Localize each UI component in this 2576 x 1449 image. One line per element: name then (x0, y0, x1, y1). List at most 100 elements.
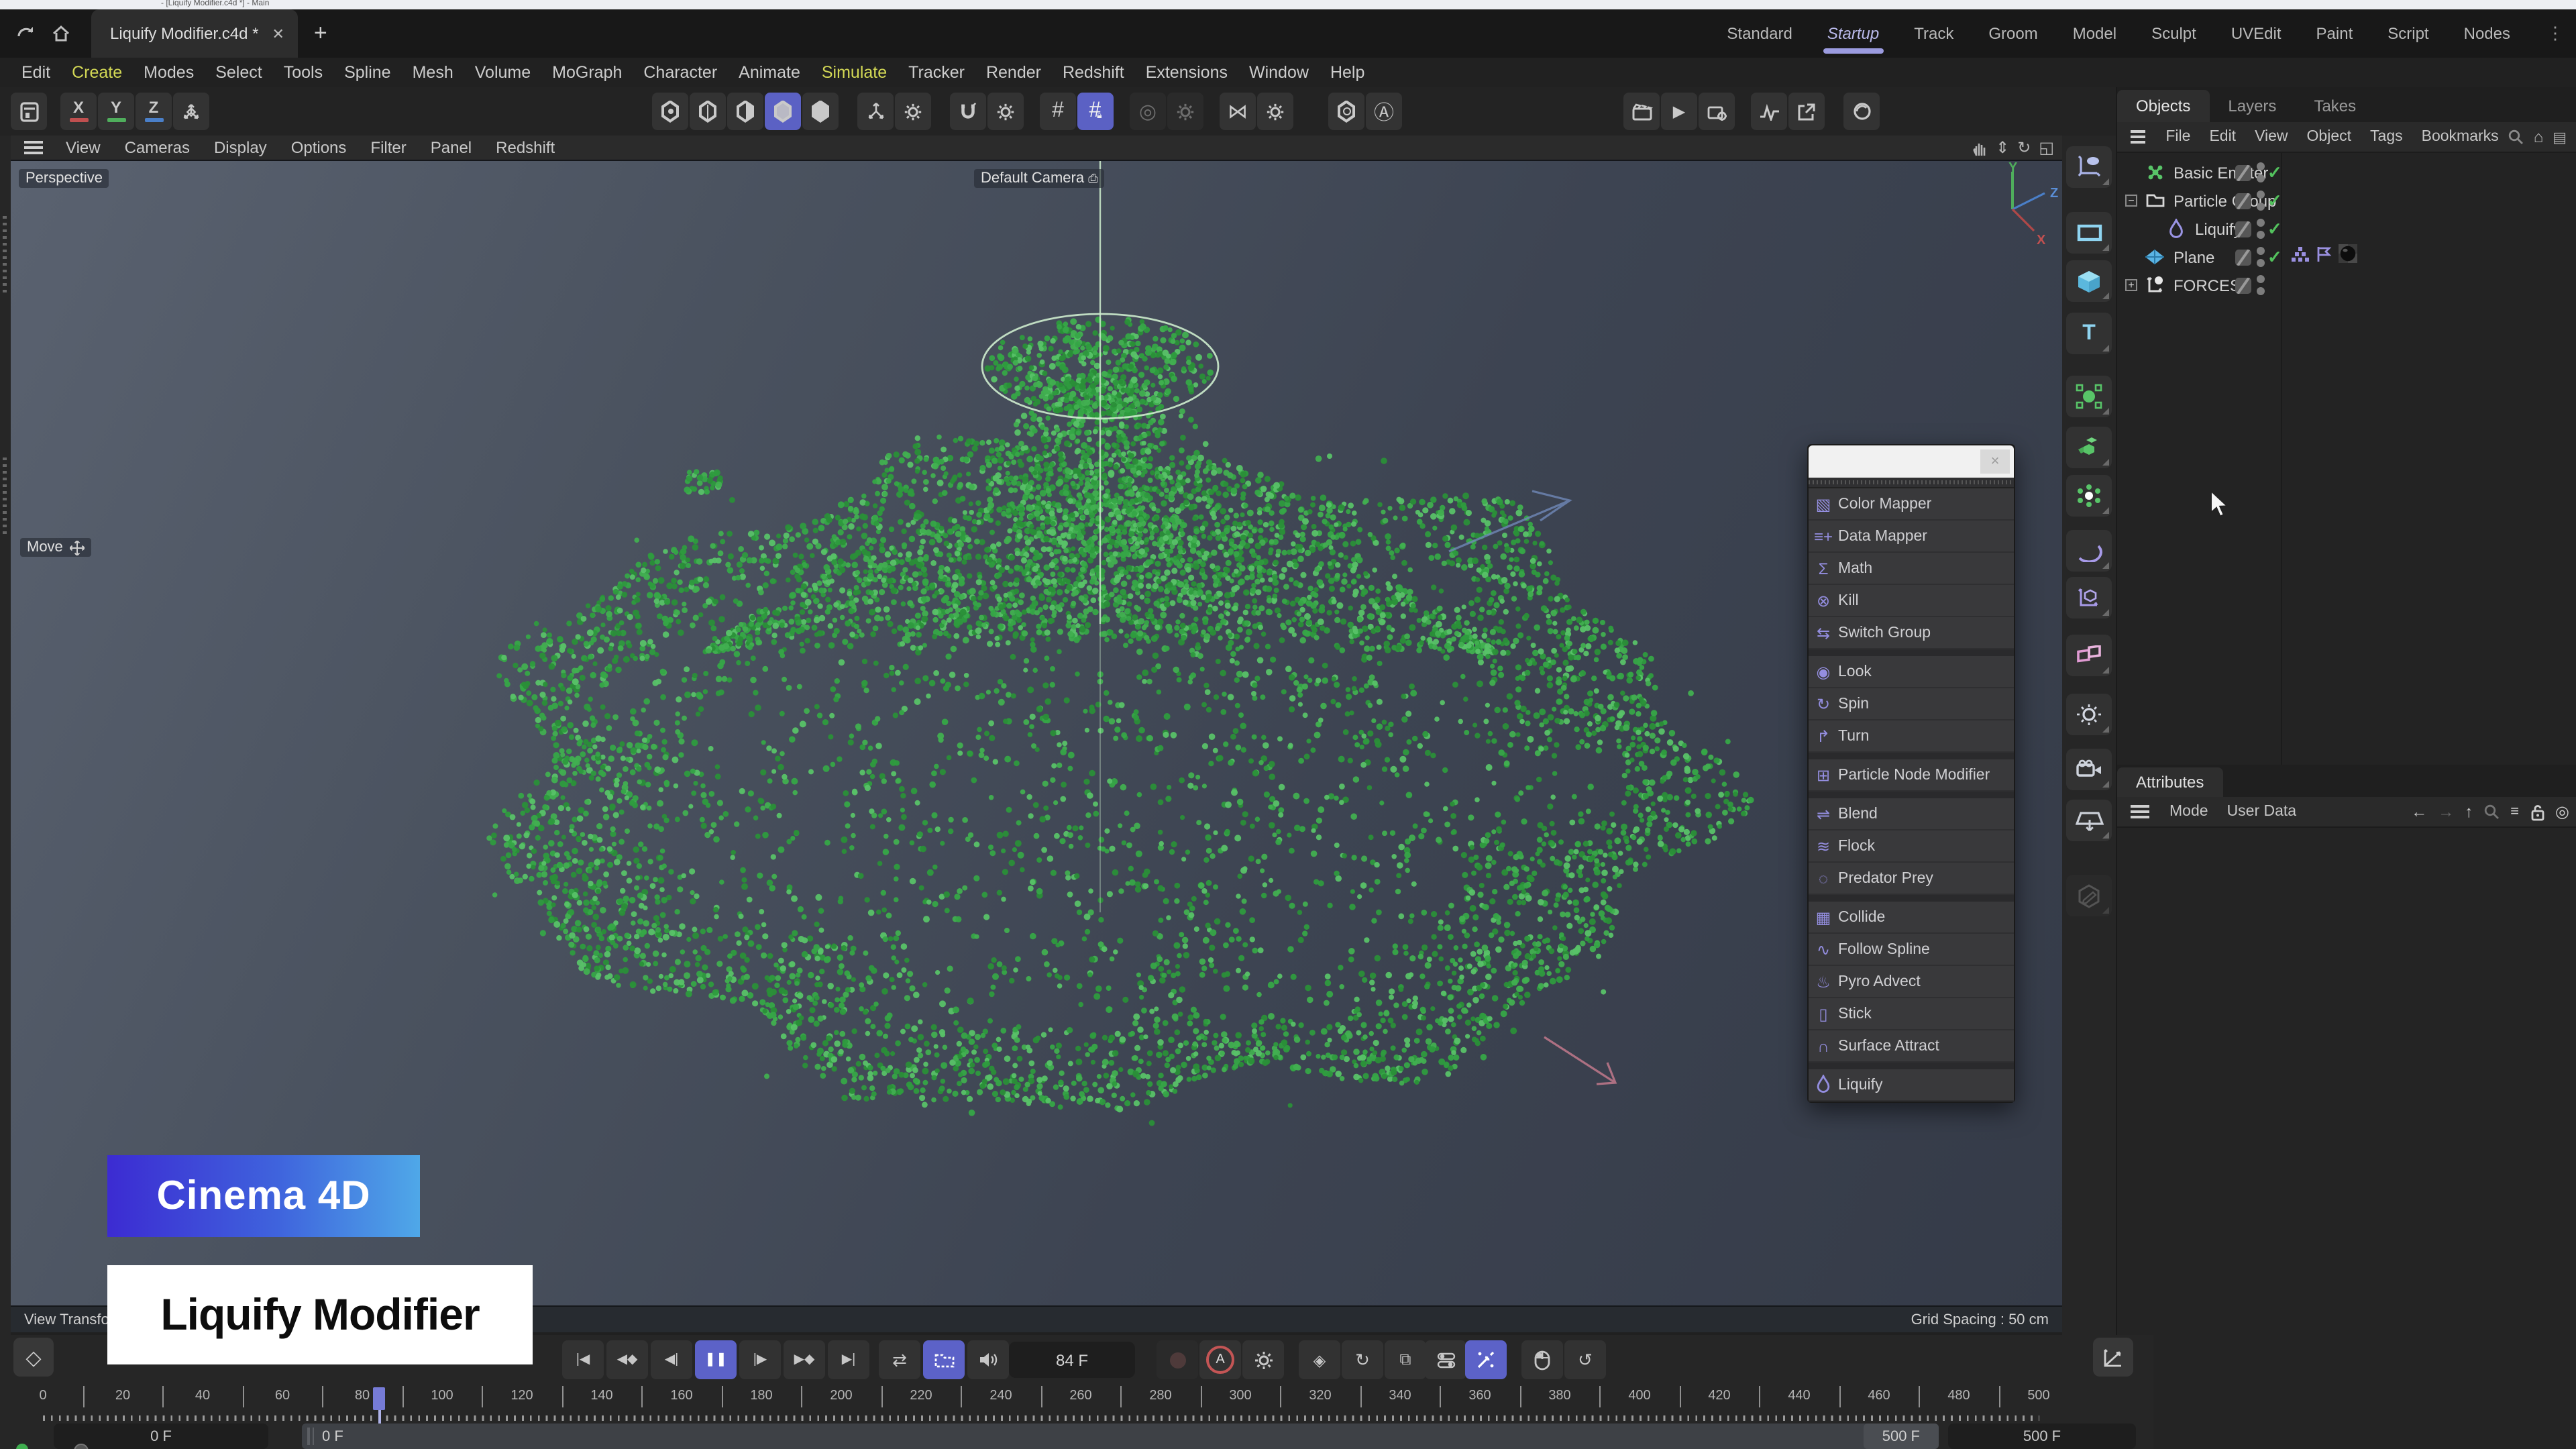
enable-axis-button[interactable] (857, 93, 894, 130)
popup-item-surface-attract[interactable]: ∩Surface Attract (1809, 1030, 2014, 1063)
attributes-mode-menu[interactable]: Mode (2160, 804, 2218, 820)
viewport-menu-cameras[interactable]: Cameras (113, 138, 202, 157)
om-menu-file[interactable]: File (2156, 129, 2200, 145)
viewport-menu-filter[interactable]: Filter (358, 138, 418, 157)
enabled-check-icon[interactable]: ✓ (2267, 190, 2282, 211)
tree-row-particle-group[interactable]: −Particle Group✓ (2117, 186, 2576, 215)
orbit-icon[interactable]: ↻ (2017, 138, 2031, 157)
om-menu-edit[interactable]: Edit (2200, 129, 2245, 145)
previous-key-button[interactable]: ◀◆ (606, 1340, 648, 1379)
redo-icon[interactable] (8, 16, 43, 51)
tab-takes[interactable]: Takes (2295, 90, 2375, 122)
scene-folder-button[interactable] (923, 1340, 965, 1379)
enabled-check-icon[interactable]: ✓ (2267, 246, 2282, 268)
layout-model[interactable]: Model (2055, 9, 2134, 58)
om-menu-tags[interactable]: Tags (2361, 129, 2412, 145)
playhead[interactable] (373, 1387, 385, 1410)
spline-pen-icon[interactable] (2066, 146, 2112, 188)
null-axis-icon[interactable] (2066, 577, 2112, 619)
visibility-dot[interactable] (2257, 162, 2265, 170)
pan-hand-icon[interactable] (1970, 139, 1988, 156)
deformer-icon[interactable] (2066, 530, 2112, 572)
next-key-button[interactable]: ▶◆ (784, 1340, 825, 1379)
popup-item-color-mapper[interactable]: ▧Color Mapper (1809, 488, 2014, 521)
falloff-rings-icon[interactable]: ◎ (1130, 93, 1166, 130)
menu-tools[interactable]: Tools (273, 63, 333, 82)
object-manager-hamburger-icon[interactable] (2131, 130, 2145, 144)
layout-nodes[interactable]: Nodes (2447, 9, 2528, 58)
polygons-mode-button[interactable] (727, 93, 763, 130)
flag-tag-icon[interactable] (2316, 245, 2332, 269)
popup-drag-handle[interactable] (1809, 478, 2014, 488)
visibility-dots-icon[interactable] (2257, 274, 2265, 296)
symmetry-settings-gear-icon[interactable] (1257, 93, 1293, 130)
attr-forward-icon[interactable]: → (2438, 802, 2454, 821)
visibility-dot[interactable] (2257, 190, 2265, 198)
loop-mode-button[interactable]: ⇄ (879, 1340, 920, 1379)
popup-item-predator-prey[interactable]: ◌Predator Prey (1809, 863, 2014, 895)
world-axis-button[interactable] (173, 93, 209, 130)
current-frame-field[interactable]: 84 F (1009, 1342, 1135, 1378)
menu-tracker[interactable]: Tracker (898, 63, 975, 82)
popup-header[interactable]: × (1809, 445, 2014, 478)
viewport-menu-view[interactable]: View (54, 138, 113, 157)
zoom-icon[interactable]: ⇕ (1996, 138, 2009, 157)
keying-settings-button[interactable] (1242, 1340, 1284, 1379)
render-dot[interactable] (2257, 202, 2265, 210)
fcurve-button[interactable] (2093, 1338, 2133, 1377)
layout-track[interactable]: Track (1896, 9, 1971, 58)
mouse-mode-button[interactable] (1521, 1340, 1563, 1379)
cube-primitive-icon[interactable] (2066, 260, 2112, 302)
visibility-dots-icon[interactable] (2257, 218, 2265, 239)
popup-item-follow-spline[interactable]: ∿Follow Spline (1809, 934, 2014, 966)
om-menu-view[interactable]: View (2245, 129, 2297, 145)
enabled-check-icon[interactable]: ✓ (2267, 218, 2282, 239)
simulation-gear-icon[interactable] (2066, 475, 2112, 517)
menu-create[interactable]: Create (61, 63, 133, 82)
menu-volume[interactable]: Volume (464, 63, 541, 82)
attr-search-icon[interactable] (2483, 804, 2500, 820)
popup-item-math[interactable]: ΣMath (1809, 553, 2014, 585)
render-play-button[interactable]: ▶ (1661, 93, 1697, 130)
floor-environment-icon[interactable] (2066, 800, 2112, 841)
tab-layers[interactable]: Layers (2209, 90, 2295, 122)
attributes-hamburger-icon[interactable] (2131, 805, 2149, 818)
orbit-playback-button[interactable]: ↺ (1564, 1340, 1606, 1379)
cluster-tag-icon[interactable] (2292, 245, 2309, 269)
om-menu-bookmarks[interactable]: Bookmarks (2412, 129, 2508, 145)
render-dot[interactable] (2257, 286, 2265, 294)
popup-item-collide[interactable]: ▦Collide (1809, 902, 2014, 934)
visibility-dots-icon[interactable] (2257, 190, 2265, 211)
tree-expander-icon[interactable]: + (2125, 279, 2137, 291)
interactive-render-region-icon[interactable] (1843, 93, 1880, 130)
tree-row-plane[interactable]: Plane✓ (2117, 243, 2576, 271)
menu-mesh[interactable]: Mesh (402, 63, 464, 82)
field-icon[interactable] (2066, 376, 2112, 417)
close-tab-icon[interactable]: ✕ (272, 25, 284, 42)
previous-frame-button[interactable]: ◀| (651, 1340, 692, 1379)
popup-item-switch-group[interactable]: ⇆Switch Group (1809, 617, 2014, 649)
lock-workplane-button[interactable]: #🔒︎ (1077, 93, 1114, 130)
tree-row-basic-emitter[interactable]: Basic Emitter✓ (2117, 158, 2576, 186)
edit-toggle-icon[interactable] (2235, 164, 2251, 180)
viewport-menu-options[interactable]: Options (279, 138, 359, 157)
menu-character[interactable]: Character (633, 63, 728, 82)
axis-settings-gear-icon[interactable] (895, 93, 931, 130)
popup-item-look[interactable]: ◉Look (1809, 656, 2014, 688)
falloff-settings-gear-icon[interactable] (1167, 93, 1203, 130)
popup-item-pyro-advect[interactable]: ♨Pyro Advect (1809, 966, 2014, 998)
render-dot[interactable] (2257, 174, 2265, 182)
material-tag-icon[interactable] (2339, 244, 2357, 270)
instance-icon[interactable] (2066, 635, 2112, 676)
object-tree[interactable]: Basic Emitter✓−Particle Group✓Liquify✓Pl… (2117, 153, 2576, 765)
jump-to-start-button[interactable]: |◀ (562, 1340, 604, 1379)
text-spline-icon[interactable]: T (2066, 313, 2112, 354)
menu-edit[interactable]: Edit (11, 63, 61, 82)
viewport-menu-display[interactable]: Display (202, 138, 279, 157)
om-search-icon[interactable] (2508, 129, 2524, 145)
visibility-dot[interactable] (2257, 218, 2265, 226)
tree-row-liquify[interactable]: Liquify✓ (2117, 215, 2576, 243)
enabled-check-icon[interactable]: ✓ (2267, 162, 2282, 183)
attr-target-icon[interactable]: ◎ (2555, 802, 2569, 821)
layout-paint[interactable]: Paint (2299, 9, 2371, 58)
